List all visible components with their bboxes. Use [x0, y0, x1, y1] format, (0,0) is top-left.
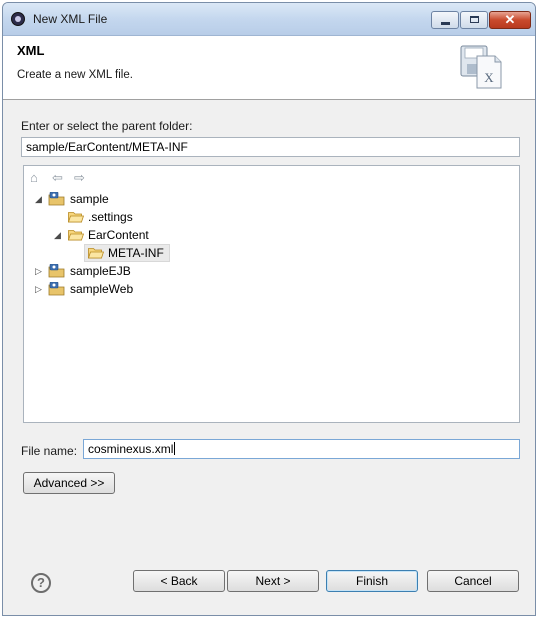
expanded-twisty-icon[interactable]: ◢	[35, 190, 42, 208]
tree-item-label: .settings	[88, 210, 133, 224]
window-title: New XML File	[33, 12, 108, 26]
wizard-header: XML Create a new XML file. X	[3, 36, 535, 100]
wizard-description: Create a new XML file.	[17, 69, 133, 81]
file-name-input[interactable]: cosminexus.xml	[83, 439, 520, 459]
tree-toolbar: ⌂ ⇦ ⇨	[24, 166, 519, 188]
xml-file-wizard-icon: X	[460, 45, 502, 89]
text-cursor	[174, 442, 176, 455]
tree-item-label: sampleEJB	[70, 264, 131, 278]
back-button[interactable]: < Back	[133, 570, 225, 592]
back-arrow-icon[interactable]: ⇦	[52, 170, 63, 186]
eclipse-app-icon	[11, 12, 25, 26]
tree-item-meta-inf[interactable]: META-INF	[24, 244, 519, 262]
cancel-button[interactable]: Cancel	[427, 570, 519, 592]
svg-text:X: X	[484, 70, 494, 85]
project-icon	[48, 192, 65, 206]
finish-button[interactable]: Finish	[326, 570, 418, 592]
home-icon[interactable]: ⌂	[30, 170, 38, 185]
forward-arrow-icon[interactable]: ⇨	[74, 170, 85, 186]
minimize-icon	[441, 22, 450, 25]
folder-tree[interactable]: ⌂ ⇦ ⇨ ◢ sample .settings ◢ EarContent ME…	[23, 165, 520, 423]
tree-item-sample[interactable]: ◢ sample	[24, 190, 519, 208]
tree-item-settings[interactable]: .settings	[24, 208, 519, 226]
next-button[interactable]: Next >	[227, 570, 319, 592]
file-name-value: cosminexus.xml	[88, 442, 174, 456]
minimize-button[interactable]	[431, 11, 459, 29]
parent-folder-input[interactable]: sample/EarContent/META-INF	[21, 137, 520, 157]
close-icon: ✕	[504, 12, 516, 27]
file-name-label: File name:	[21, 444, 78, 458]
maximize-icon	[470, 16, 479, 23]
help-icon[interactable]: ?	[31, 573, 51, 593]
tree-item-sampleejb[interactable]: ▷ sampleEJB	[24, 262, 519, 280]
close-button[interactable]: ✕	[489, 11, 531, 29]
tree-item-label: sampleWeb	[70, 282, 134, 296]
title-bar[interactable]: New XML File ✕	[3, 3, 535, 36]
tree-item-label: sample	[70, 192, 109, 206]
collapsed-twisty-icon[interactable]: ▷	[35, 280, 42, 298]
wizard-title: XML	[17, 43, 45, 58]
folder-icon	[68, 230, 84, 241]
expanded-twisty-icon[interactable]: ◢	[54, 226, 61, 244]
parent-folder-label: Enter or select the parent folder:	[21, 119, 193, 133]
project-icon	[48, 282, 65, 296]
tree-item-label: EarContent	[88, 228, 149, 242]
new-xml-file-dialog: New XML File ✕ XML Create a new XML file…	[2, 2, 536, 616]
project-icon	[48, 264, 65, 278]
advanced-button[interactable]: Advanced >>	[23, 472, 115, 494]
folder-icon	[88, 248, 104, 259]
tree-item-label: META-INF	[108, 246, 164, 260]
tree-item-earcontent[interactable]: ◢ EarContent	[24, 226, 519, 244]
tree-item-sampleweb[interactable]: ▷ sampleWeb	[24, 280, 519, 298]
maximize-button[interactable]	[460, 11, 488, 29]
folder-icon	[68, 212, 84, 223]
collapsed-twisty-icon[interactable]: ▷	[35, 262, 42, 280]
